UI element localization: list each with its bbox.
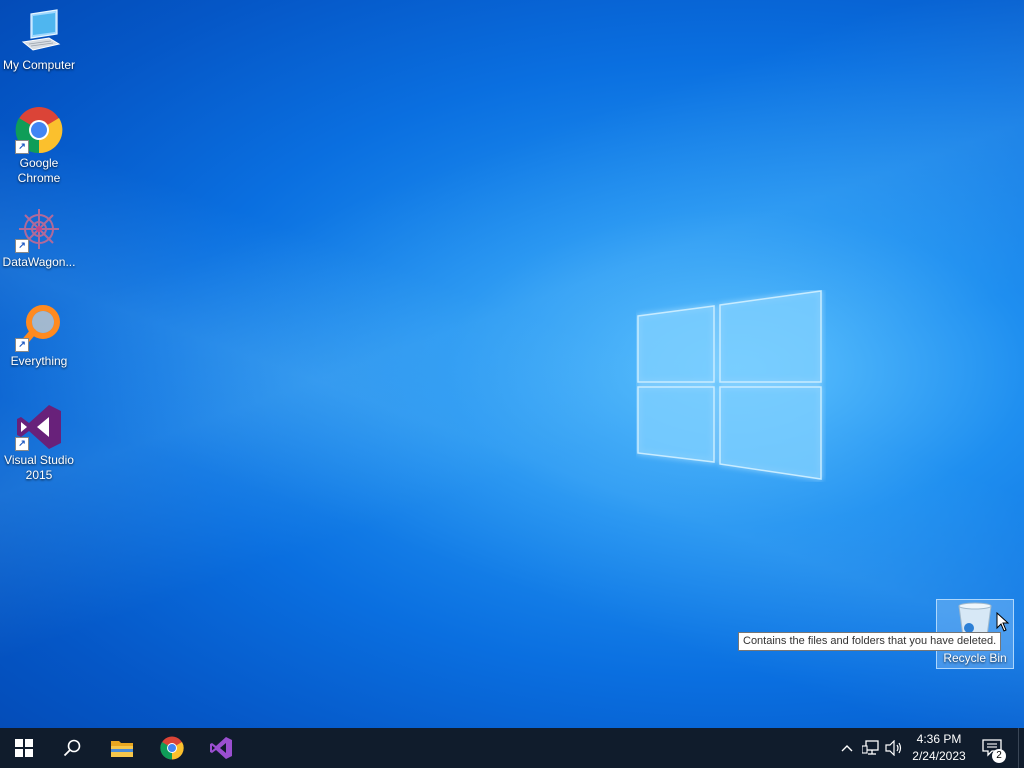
desktop-icon-everything[interactable]: ↗ Everything (0, 304, 78, 369)
everything-icon: ↗ (15, 304, 63, 352)
visual-studio-icon (210, 737, 232, 759)
wallpaper-light-beam (0, 0, 1024, 728)
desktop-icon-datawagon[interactable]: ↗ DataWagon... (0, 205, 78, 270)
folder-icon (111, 741, 133, 757)
mouse-cursor-icon (996, 612, 1010, 632)
recycle-bin-icon (958, 602, 992, 636)
clock-time: 4:36 PM (916, 732, 962, 746)
taskbar: 4:36 PM 2/24/2023 2 (0, 728, 1024, 768)
recycle-bin-label: Recycle Bin (943, 651, 1007, 665)
desktop-icon-label: Visual Studio 2015 (4, 453, 74, 482)
computer-icon (15, 8, 63, 56)
datawagon-icon: ↗ (15, 205, 63, 253)
taskbar-clock[interactable]: 4:36 PM 2/24/2023 (900, 731, 978, 765)
visual-studio-icon: ↗ (15, 403, 63, 451)
desktop-icon-label: Google Chrome (17, 156, 61, 185)
search-icon (63, 739, 81, 757)
wallpaper-light-beam-lower (0, 0, 1024, 728)
search-button[interactable] (48, 728, 96, 768)
show-hidden-icons-button[interactable] (837, 738, 857, 758)
notification-count-badge: 2 (992, 749, 1006, 763)
recycle-bin-tooltip: Contains the files and folders that you … (738, 632, 1002, 651)
shortcut-arrow-icon: ↗ (15, 437, 29, 451)
shortcut-arrow-icon: ↗ (15, 338, 29, 352)
desktop-icon-label: Everything (10, 354, 68, 368)
desktop-icon-label: My Computer (2, 58, 76, 72)
desktop-icon-my-computer[interactable]: My Computer (0, 8, 78, 73)
chrome-icon: ↗ (15, 106, 63, 154)
chevron-up-icon (841, 745, 853, 752)
start-button[interactable] (0, 728, 48, 768)
show-desktop-button[interactable] (1018, 728, 1024, 768)
network-icon (862, 740, 879, 755)
desktop-icon-label: DataWagon... (2, 255, 76, 269)
windows-start-icon (15, 739, 33, 757)
shortcut-arrow-icon: ↗ (15, 140, 29, 154)
taskbar-chrome[interactable] (148, 728, 196, 768)
network-button[interactable] (861, 738, 881, 758)
taskbar-file-explorer[interactable] (98, 728, 146, 768)
windows-logo-wallpaper (637, 290, 822, 480)
shortcut-arrow-icon: ↗ (15, 239, 29, 253)
taskbar-visual-studio[interactable] (197, 728, 245, 768)
desktop-icon-google-chrome[interactable]: ↗ Google Chrome (0, 106, 78, 186)
desktop-icon-visual-studio-2015[interactable]: ↗ Visual Studio 2015 (0, 403, 78, 483)
clock-date: 2/24/2023 (912, 749, 966, 763)
chrome-icon (160, 736, 184, 760)
